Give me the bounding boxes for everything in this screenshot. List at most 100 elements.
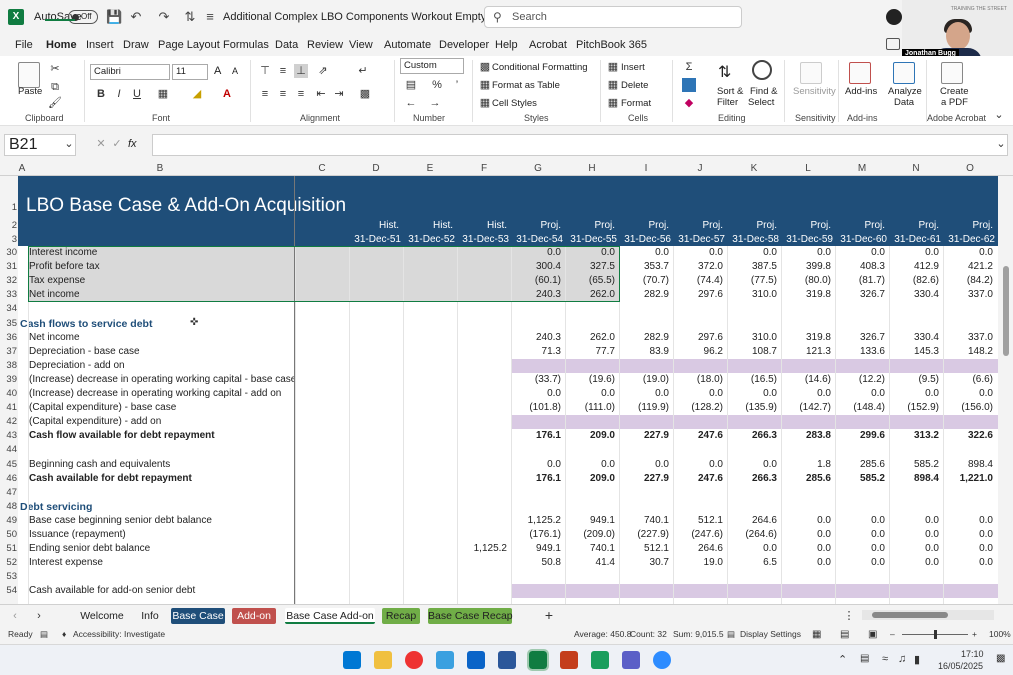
menu-home[interactable]: Home [46, 39, 77, 51]
value-cell[interactable]: (101.8) [511, 402, 561, 413]
excel-taskbar-icon[interactable] [527, 649, 549, 671]
display-settings-button[interactable]: Display Settings [740, 629, 801, 639]
status-count[interactable]: Count: 32 [630, 629, 667, 639]
value-cell[interactable]: (142.7) [781, 402, 831, 413]
value-cell[interactable]: 0.0 [619, 459, 669, 470]
value-cell[interactable]: 0.0 [781, 247, 831, 258]
sort-label[interactable]: Sort & [717, 86, 743, 97]
tab-options-icon[interactable]: ⋮ [842, 609, 856, 623]
format-cells-button[interactable]: Format [621, 98, 651, 109]
italic-icon[interactable]: I [112, 87, 126, 101]
align-right-icon[interactable]: ≡ [294, 87, 308, 101]
value-cell[interactable]: 121.3 [781, 346, 831, 357]
autosum-icon[interactable]: Σ [682, 60, 696, 74]
value-cell[interactable]: (77.5) [727, 275, 777, 286]
scroll-tabs-right-icon[interactable]: › [32, 609, 46, 623]
account-avatar[interactable] [886, 9, 902, 25]
insert-cells-button[interactable]: Insert [621, 62, 645, 73]
value-cell[interactable]: 209.0 [565, 473, 615, 484]
photos-icon[interactable] [436, 651, 454, 669]
value-cell[interactable]: 247.6 [673, 473, 723, 484]
value-cell[interactable]: 176.1 [511, 473, 561, 484]
value-cell[interactable]: 0.0 [943, 247, 993, 258]
tray-overflow-icon[interactable]: ⌃ [838, 653, 847, 666]
analyze-data-line1[interactable]: Analyze [888, 86, 922, 97]
paste-icon[interactable] [18, 62, 40, 88]
cut-icon[interactable]: ✂ [48, 62, 62, 76]
value-cell[interactable]: 740.1 [619, 515, 669, 526]
menu-draw[interactable]: Draw [123, 39, 149, 51]
status-sum[interactable]: Sum: 9,015.5 [673, 629, 724, 639]
column-header-o[interactable]: O [960, 163, 980, 174]
format-painter-icon[interactable]: 🖌 [48, 96, 62, 110]
value-cell[interactable]: 898.4 [889, 473, 939, 484]
value-cell[interactable]: 77.7 [565, 346, 615, 357]
align-center-icon[interactable]: ≡ [276, 87, 290, 101]
zoom-in-icon[interactable]: + [972, 629, 977, 639]
battery-icon[interactable]: ▮ [914, 653, 920, 666]
value-cell[interactable]: 0.0 [889, 529, 939, 540]
row-header-31[interactable]: 31 [0, 261, 17, 272]
formula-input[interactable] [152, 134, 1008, 156]
column-header-e[interactable]: E [420, 163, 440, 174]
value-cell[interactable]: 145.3 [889, 346, 939, 357]
value-cell[interactable]: 148.2 [943, 346, 993, 357]
align-middle-icon[interactable]: ≡ [276, 64, 290, 78]
value-cell[interactable]: 0.0 [511, 388, 561, 399]
column-header-j[interactable]: J [690, 163, 710, 174]
row-header-36[interactable]: 36 [0, 332, 17, 343]
undo-icon[interactable]: ↶ [128, 9, 144, 25]
menu-page-layout[interactable]: Page Layout [158, 39, 220, 51]
increase-indent-icon[interactable]: ⇥ [332, 87, 346, 101]
value-cell[interactable]: 0.0 [835, 388, 885, 399]
search-box[interactable]: ⚲ Search [484, 6, 742, 28]
value-cell[interactable]: 108.7 [727, 346, 777, 357]
value-cell[interactable]: 0.0 [511, 459, 561, 470]
value-cell[interactable]: 330.4 [889, 289, 939, 300]
value-cell[interactable]: 0.0 [943, 529, 993, 540]
sort-icon[interactable]: ⇅ [182, 9, 198, 25]
value-cell[interactable]: 297.6 [673, 289, 723, 300]
row-header-3[interactable]: 3 [0, 234, 17, 245]
menu-view[interactable]: View [349, 39, 373, 51]
value-cell[interactable]: 0.0 [889, 543, 939, 554]
value-cell[interactable]: 0.0 [835, 529, 885, 540]
value-cell[interactable]: 512.1 [619, 543, 669, 554]
value-cell[interactable]: 322.6 [943, 430, 993, 441]
value-cell[interactable]: 0.0 [673, 459, 723, 470]
value-cell[interactable]: 1,125.2 [457, 543, 507, 554]
format-as-table-button[interactable]: Format as Table [492, 80, 560, 91]
value-cell[interactable]: 898.4 [943, 459, 993, 470]
value-cell[interactable]: 408.3 [835, 261, 885, 272]
value-cell[interactable]: (19.0) [619, 374, 669, 385]
value-cell[interactable]: 6.5 [727, 557, 777, 568]
value-cell[interactable]: (12.2) [835, 374, 885, 385]
row-header-1[interactable]: 1 [0, 202, 17, 213]
value-cell[interactable]: (81.7) [835, 275, 885, 286]
value-cell[interactable]: 282.9 [619, 332, 669, 343]
column-header-n[interactable]: N [906, 163, 926, 174]
save-icon[interactable]: 💾 [106, 9, 122, 25]
value-cell[interactable]: 133.6 [835, 346, 885, 357]
sensitivity-button[interactable]: Sensitivity [793, 86, 836, 97]
value-cell[interactable]: 0.0 [835, 515, 885, 526]
column-header-i[interactable]: I [636, 163, 656, 174]
zoom-slider-thumb[interactable] [934, 630, 937, 639]
chrome-icon[interactable] [405, 651, 423, 669]
redo-icon[interactable]: ↷ [156, 9, 172, 25]
value-cell[interactable]: (209.0) [565, 529, 615, 540]
clear-icon[interactable]: ◆ [682, 96, 696, 110]
clock-time[interactable]: 17:10 [961, 649, 984, 659]
value-cell[interactable]: 0.0 [835, 247, 885, 258]
value-cell[interactable]: (156.0) [943, 402, 993, 413]
bold-icon[interactable]: B [94, 87, 108, 101]
row-header-48[interactable]: 48 [0, 501, 17, 512]
align-left-icon[interactable]: ≡ [258, 87, 272, 101]
decrease-decimal-icon[interactable]: → [428, 96, 442, 110]
normal-view-icon[interactable]: ▦ [812, 629, 821, 640]
value-cell[interactable]: 285.6 [835, 459, 885, 470]
value-cell[interactable]: (176.1) [511, 529, 561, 540]
horizontal-scrollbar[interactable] [862, 610, 994, 620]
value-cell[interactable]: 227.9 [619, 430, 669, 441]
value-cell[interactable]: 266.3 [727, 473, 777, 484]
